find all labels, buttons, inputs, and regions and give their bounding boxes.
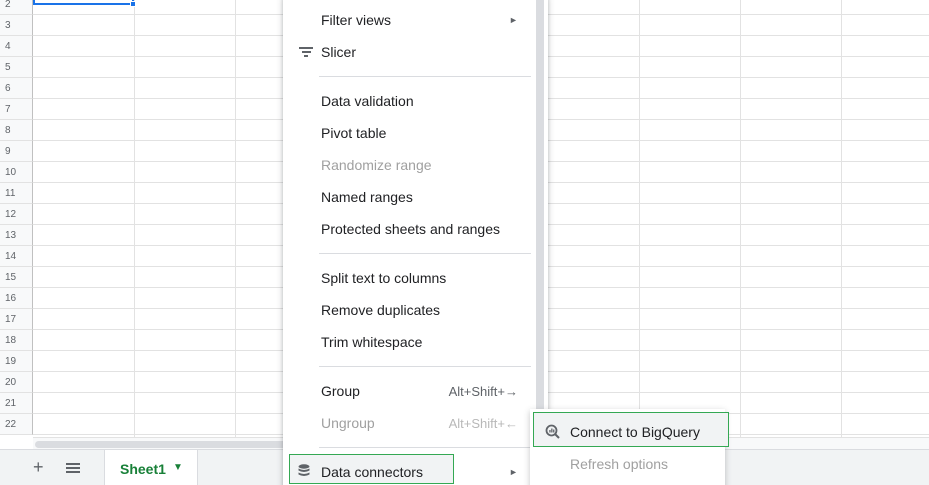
submenu-arrow-icon: ►: [509, 15, 518, 25]
menu-item-split-text[interactable]: Split text to columns: [321, 270, 446, 286]
grid-line: [740, 0, 741, 437]
menu-item-randomize-range: Randomize range: [321, 157, 432, 173]
menu-item-trim-whitespace[interactable]: Trim whitespace: [321, 334, 422, 350]
row-header[interactable]: 3: [0, 15, 33, 36]
row-headers: 2 3 4 5 6 7 8 9 10 11 12 13 14 15 16 17 18 19 20 21 22: [0, 0, 33, 435]
row-header[interactable]: 22: [0, 414, 33, 435]
menu-item-named-ranges[interactable]: Named ranges: [321, 189, 413, 205]
row-header[interactable]: 21: [0, 393, 33, 414]
row-header[interactable]: 15: [0, 267, 33, 288]
submenu-arrow-icon: ►: [509, 467, 518, 477]
menu-divider: [319, 366, 531, 367]
menu-item-data-validation[interactable]: Data validation: [321, 93, 414, 109]
bigquery-icon: [545, 424, 560, 439]
row-header[interactable]: 14: [0, 246, 33, 267]
menu-divider: [319, 253, 531, 254]
fill-handle[interactable]: [130, 1, 136, 7]
row-header[interactable]: 16: [0, 288, 33, 309]
row-header[interactable]: 4: [0, 36, 33, 57]
grid-line: [639, 0, 640, 437]
row-header[interactable]: 12: [0, 204, 33, 225]
row-header[interactable]: 11: [0, 183, 33, 204]
ungroup-shortcut: Alt+Shift+←: [448, 416, 518, 431]
group-shortcut: Alt+Shift+→: [448, 384, 518, 399]
connect-bigquery-label: Connect to BigQuery: [570, 424, 700, 440]
grid-line: [235, 0, 236, 437]
selected-cell[interactable]: [33, 0, 134, 5]
menu-divider: [319, 76, 531, 77]
data-menu: Filter views ► Slicer Data validation Pi…: [283, 0, 548, 485]
refresh-options-item: Refresh options: [570, 456, 669, 472]
menu-divider: [319, 447, 531, 448]
row-header[interactable]: 13: [0, 225, 33, 246]
grid-line: [841, 0, 842, 437]
row-header[interactable]: 2: [0, 0, 33, 15]
slicer-icon: [299, 47, 313, 59]
all-sheets-icon[interactable]: [66, 463, 80, 475]
row-header[interactable]: 17: [0, 309, 33, 330]
row-header[interactable]: 7: [0, 99, 33, 120]
add-sheet-button[interactable]: +: [33, 458, 44, 476]
row-header[interactable]: 6: [0, 78, 33, 99]
sheet-tab-label: Sheet1: [120, 461, 166, 477]
sheets-window: 2 3 4 5 6 7 8 9 10 11 12 13 14 15 16 17 18 19 20 21 22 + She…: [0, 0, 929, 485]
menu-item-filter-views[interactable]: Filter views: [321, 12, 391, 28]
menu-item-pivot-table[interactable]: Pivot table: [321, 125, 386, 141]
menu-item-remove-duplicates[interactable]: Remove duplicates: [321, 302, 440, 318]
menu-item-data-connectors[interactable]: Data connectors: [321, 464, 423, 480]
sheet-tab[interactable]: Sheet1 ▼: [104, 450, 198, 485]
data-connectors-submenu: Connect to BigQuery Refresh options: [530, 409, 729, 485]
row-header[interactable]: 9: [0, 141, 33, 162]
menu-item-slicer[interactable]: Slicer: [321, 44, 356, 60]
menu-item-protected-sheets[interactable]: Protected sheets and ranges: [321, 221, 500, 237]
database-icon: [298, 464, 310, 476]
scrollbar-thumb[interactable]: [35, 441, 291, 448]
row-header[interactable]: 8: [0, 120, 33, 141]
chevron-down-icon[interactable]: ▼: [173, 462, 183, 473]
row-header[interactable]: 5: [0, 57, 33, 78]
row-header[interactable]: 18: [0, 330, 33, 351]
menu-item-group[interactable]: Group: [321, 383, 360, 399]
grid-line: [134, 0, 135, 437]
row-header[interactable]: 10: [0, 162, 33, 183]
row-header[interactable]: 20: [0, 372, 33, 393]
menu-item-ungroup: Ungroup: [321, 415, 375, 431]
row-header[interactable]: 19: [0, 351, 33, 372]
